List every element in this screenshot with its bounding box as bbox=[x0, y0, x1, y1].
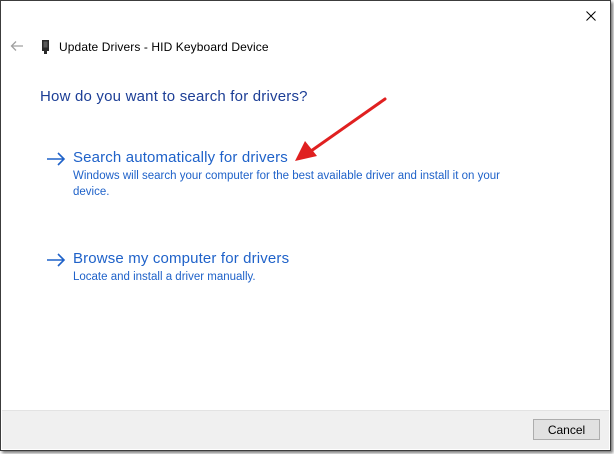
cancel-button[interactable]: Cancel bbox=[533, 419, 600, 440]
option-description: Windows will search your computer for th… bbox=[73, 170, 500, 198]
option-label: Search automatically for drivers bbox=[73, 149, 288, 166]
dialog-title-row: Update Drivers - HID Keyboard Device bbox=[41, 38, 269, 56]
search-automatically-option[interactable]: Search automatically for drivers Windows… bbox=[46, 148, 513, 200]
option-label: Browse my computer for drivers bbox=[73, 250, 290, 267]
close-icon bbox=[586, 11, 596, 21]
right-arrow-icon bbox=[47, 152, 66, 166]
dialog-title: Update Drivers - HID Keyboard Device bbox=[59, 40, 269, 54]
update-drivers-dialog: Update Drivers - HID Keyboard Device How… bbox=[0, 0, 611, 451]
browse-computer-option[interactable]: Browse my computer for drivers Locate an… bbox=[46, 249, 513, 285]
back-button[interactable] bbox=[8, 37, 26, 55]
page-heading: How do you want to search for drivers? bbox=[40, 88, 308, 105]
dialog-footer: Cancel bbox=[2, 410, 609, 449]
right-arrow-icon bbox=[47, 253, 66, 267]
close-button[interactable] bbox=[578, 5, 604, 27]
back-arrow-icon bbox=[10, 41, 23, 51]
device-icon bbox=[42, 40, 49, 54]
option-description: Locate and install a driver manually. bbox=[73, 271, 256, 283]
